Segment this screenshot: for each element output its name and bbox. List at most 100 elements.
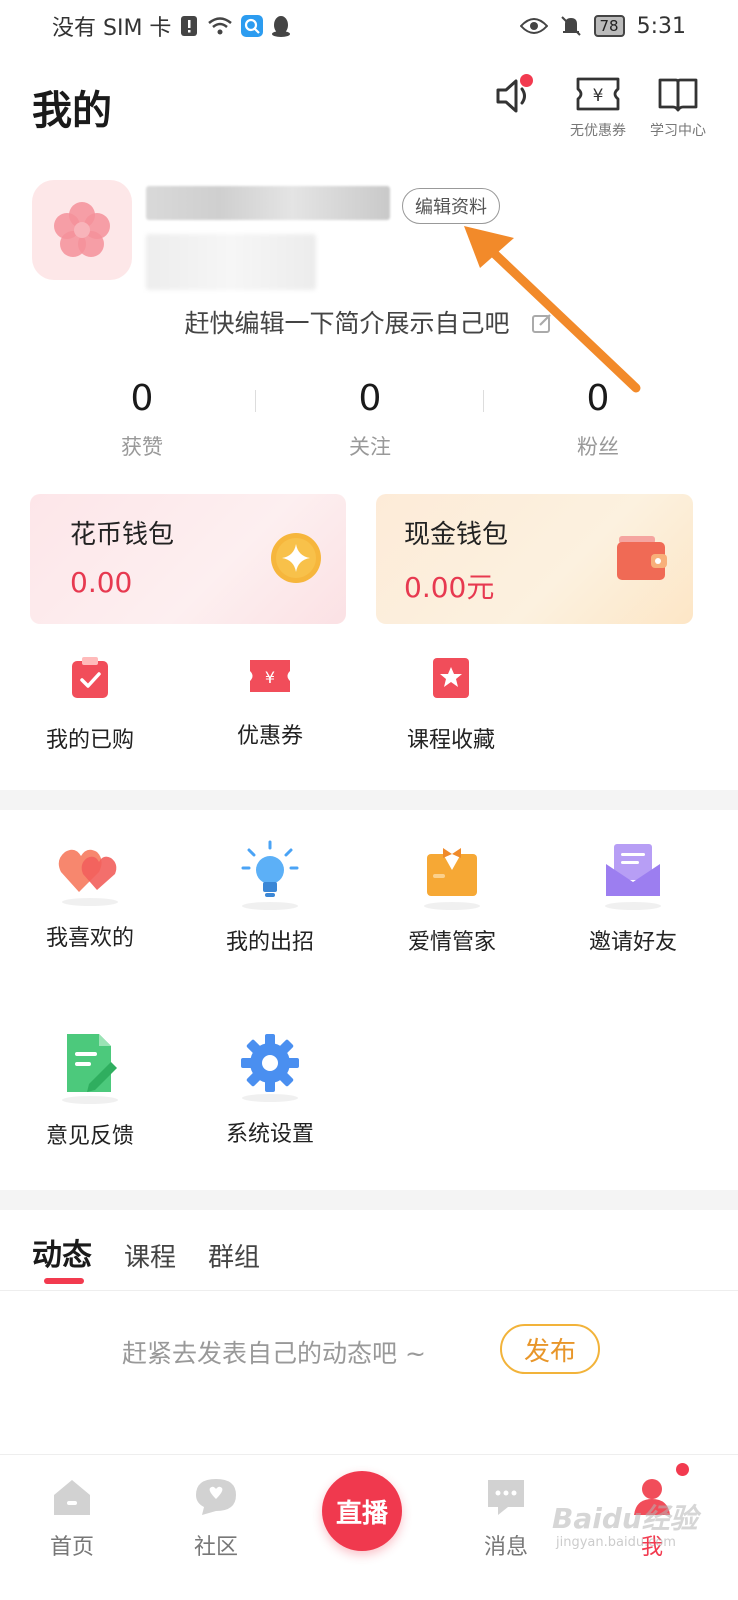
publish-button[interactable]: 发布 bbox=[500, 1324, 600, 1374]
icon-shadow bbox=[242, 1094, 298, 1102]
grid-item-liked[interactable]: 我喜欢的 bbox=[10, 840, 170, 952]
grid-label: 我喜欢的 bbox=[45, 926, 134, 951]
baidu-watermark: Baidu经验 bbox=[552, 1502, 698, 1535]
tab-label: 群组 bbox=[208, 1243, 261, 1273]
grid-label: 爱情管家 bbox=[407, 930, 496, 955]
tab-courses[interactable]: 课程 bbox=[124, 1237, 176, 1274]
cash-wallet-title: 现金钱包 bbox=[404, 520, 509, 550]
baidu-watermark-url: jingyan.baidu.com bbox=[556, 1535, 676, 1550]
grid-label: 邀请好友 bbox=[588, 930, 677, 955]
grid-label: 意见反馈 bbox=[45, 1124, 134, 1149]
coupon-header-label: 无优惠券 bbox=[570, 123, 626, 139]
coupon-item[interactable]: ¥ 优惠券 bbox=[195, 656, 345, 750]
status-bar: 没有 SIM 卡 78 5:31 bbox=[0, 0, 738, 52]
favorite-course-icon bbox=[431, 656, 471, 704]
stat-fans[interactable]: 0 粉丝 bbox=[484, 378, 712, 461]
community-icon bbox=[194, 1477, 238, 1521]
settings-gear-icon bbox=[239, 1032, 301, 1098]
grid-label: 系统设置 bbox=[225, 1122, 314, 1147]
nav-community[interactable]: 社区 bbox=[166, 1477, 266, 1561]
grid-item-invite[interactable]: 邀请好友 bbox=[553, 840, 713, 956]
battery-indicator: 78 bbox=[593, 15, 625, 37]
edit-pencil-icon[interactable] bbox=[531, 311, 553, 340]
coin-wallet-card[interactable]: 花币钱包 0.00 bbox=[30, 494, 346, 624]
empty-feed-message: 赶紧去发表自己的动态吧 ~ bbox=[122, 1339, 426, 1368]
grid-item-settings[interactable]: 系统设置 bbox=[190, 1032, 350, 1148]
tab-label: 课程 bbox=[124, 1243, 177, 1273]
grid-item-love-butler[interactable]: 爱情管家 bbox=[372, 840, 532, 956]
quick-label: 课程收藏 bbox=[406, 728, 495, 753]
butler-icon bbox=[421, 840, 483, 906]
qq-icon bbox=[271, 15, 291, 37]
mute-bell-icon bbox=[560, 15, 582, 37]
wifi-icon bbox=[207, 16, 233, 36]
tab-dynamics[interactable]: 动态 bbox=[32, 1230, 92, 1284]
bio-text: 赶快编辑一下简介展示自己吧 bbox=[184, 309, 510, 338]
coupon-header-button[interactable]: ¥ 无优惠券 bbox=[566, 74, 630, 140]
quick-label: 我的已购 bbox=[45, 728, 134, 753]
section-divider bbox=[0, 1190, 738, 1210]
home-icon bbox=[50, 1477, 94, 1521]
study-center-button[interactable]: 学习中心 bbox=[646, 74, 710, 140]
cash-wallet-amount: 0.00元 bbox=[404, 571, 495, 604]
svg-text:¥: ¥ bbox=[593, 86, 604, 106]
message-icon bbox=[484, 1477, 528, 1521]
avatar[interactable] bbox=[32, 180, 132, 280]
content-tabs: 动态 课程 群组 bbox=[32, 1230, 260, 1284]
ticket-yen-icon: ¥ bbox=[575, 74, 621, 118]
coupon-icon: ¥ bbox=[248, 656, 292, 700]
feedback-doc-icon bbox=[59, 1032, 121, 1100]
quick-label: 优惠券 bbox=[236, 724, 303, 749]
hearts-icon bbox=[57, 840, 123, 902]
nav-label: 社区 bbox=[193, 1535, 238, 1560]
lightbulb-icon bbox=[237, 840, 303, 906]
nav-label: 首页 bbox=[49, 1535, 94, 1560]
stat-label: 获赞 bbox=[121, 435, 163, 459]
purchased-icon bbox=[69, 656, 111, 704]
nav-home[interactable]: 首页 bbox=[22, 1477, 122, 1561]
icon-shadow bbox=[424, 902, 480, 910]
stat-label: 关注 bbox=[349, 435, 391, 459]
sim-alert-icon bbox=[179, 15, 199, 37]
nav-messages[interactable]: 消息 bbox=[456, 1477, 556, 1561]
clock-text: 5:31 bbox=[636, 13, 686, 39]
invite-mail-icon bbox=[602, 840, 664, 906]
bottom-nav: 首页 社区 直播 消息 我 Baidu经验 jingyan.baidu.com bbox=[0, 1454, 738, 1600]
tab-groups[interactable]: 群组 bbox=[208, 1237, 260, 1274]
bio-row[interactable]: 赶快编辑一下简介展示自己吧 bbox=[0, 304, 738, 340]
stat-likes[interactable]: 0 获赞 bbox=[28, 378, 256, 461]
nav-live-button[interactable]: 直播 bbox=[322, 1471, 402, 1551]
grid-label: 我的出招 bbox=[225, 930, 314, 955]
stats-row: 0 获赞 0 关注 0 粉丝 bbox=[28, 378, 712, 461]
nav-label: 消息 bbox=[483, 1535, 528, 1560]
header-actions: ¥ 无优惠券 学习中心 bbox=[488, 74, 710, 140]
cash-wallet-card[interactable]: 现金钱包 0.00元 bbox=[376, 494, 693, 624]
notification-dot bbox=[520, 74, 533, 87]
username-blurred bbox=[146, 186, 390, 220]
open-book-icon bbox=[656, 74, 700, 118]
me-notification-dot bbox=[676, 1463, 689, 1476]
flower-avatar-icon bbox=[54, 202, 110, 257]
active-tab-indicator bbox=[44, 1278, 84, 1284]
icon-shadow bbox=[242, 902, 298, 910]
notification-speaker-button[interactable] bbox=[488, 74, 540, 122]
svg-text:¥: ¥ bbox=[265, 668, 275, 687]
coin-wallet-title: 花币钱包 bbox=[70, 520, 175, 550]
stat-value: 0 bbox=[358, 378, 382, 419]
page-title: 我的 bbox=[32, 88, 112, 134]
search-app-icon bbox=[241, 15, 264, 37]
course-favorite-item[interactable]: 课程收藏 bbox=[376, 656, 526, 754]
icon-shadow bbox=[62, 898, 118, 906]
section-divider bbox=[0, 790, 738, 810]
grid-item-feedback[interactable]: 意见反馈 bbox=[10, 1032, 170, 1150]
stat-following[interactable]: 0 关注 bbox=[256, 378, 484, 461]
icon-shadow bbox=[605, 902, 661, 910]
purchased-item[interactable]: 我的已购 bbox=[15, 656, 165, 754]
coin-wallet-amount: 0.00 bbox=[70, 566, 133, 599]
coin-star-icon bbox=[270, 532, 322, 588]
eye-icon bbox=[519, 17, 548, 35]
quick-actions: 我的已购 ¥ 优惠券 课程收藏 bbox=[0, 656, 738, 766]
carrier-text: 没有 SIM 卡 bbox=[52, 16, 172, 41]
grid-item-tips[interactable]: 我的出招 bbox=[190, 840, 350, 956]
stat-label: 粉丝 bbox=[577, 435, 619, 459]
